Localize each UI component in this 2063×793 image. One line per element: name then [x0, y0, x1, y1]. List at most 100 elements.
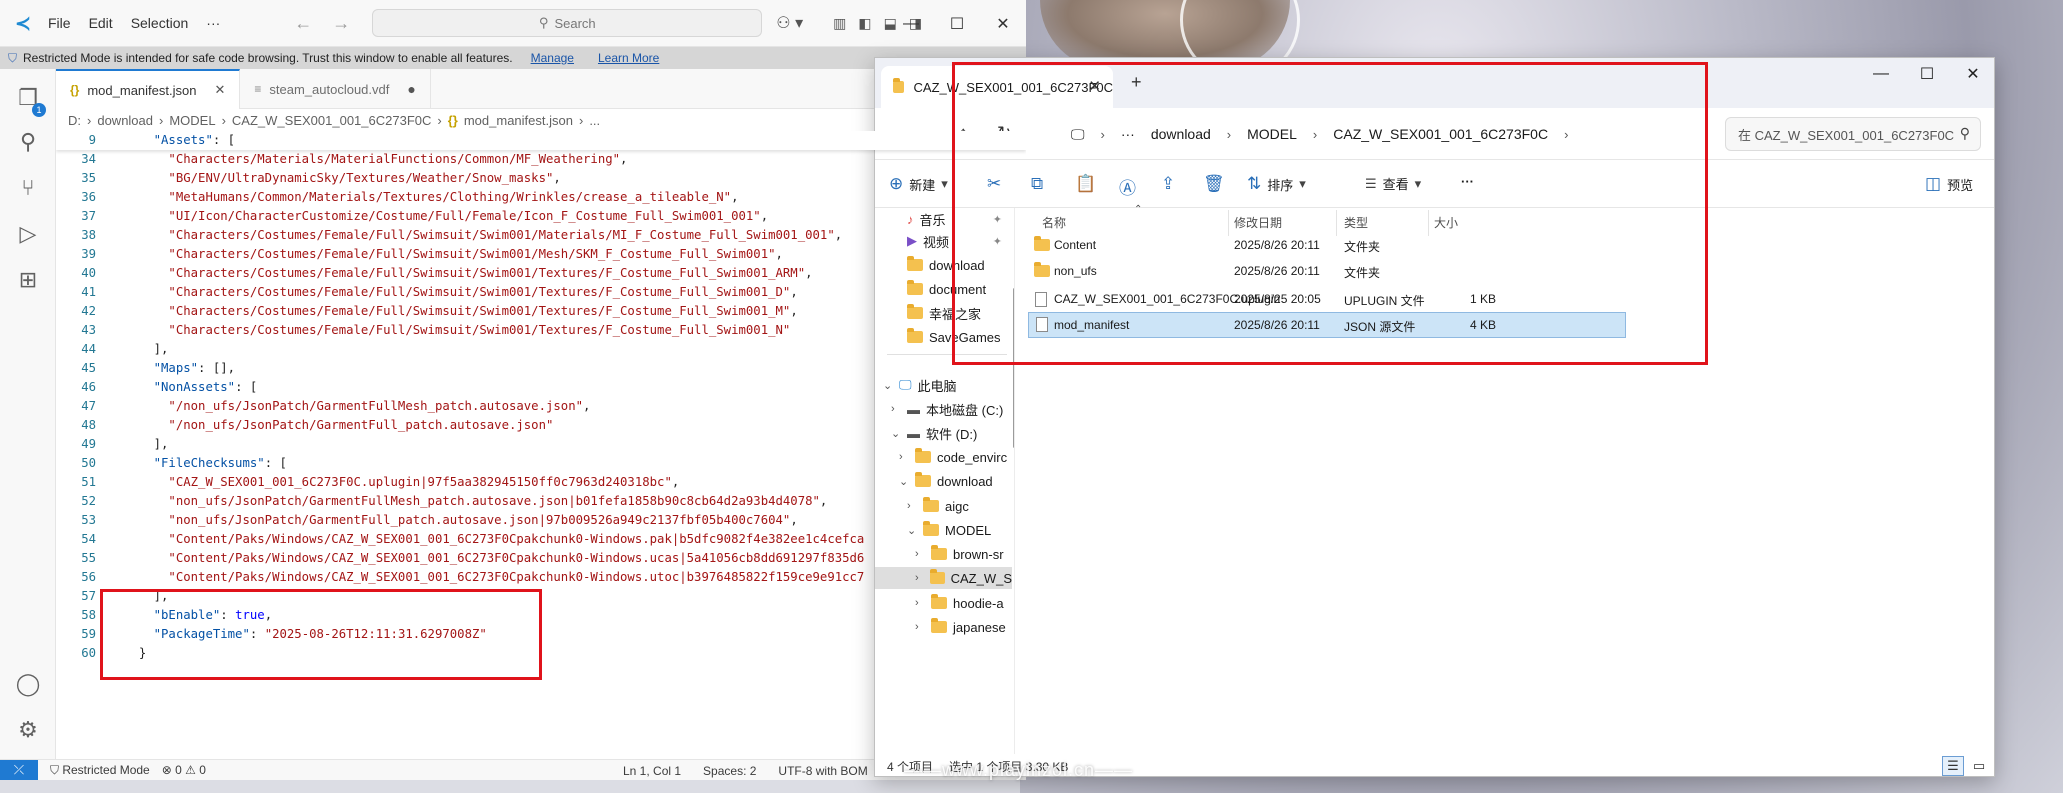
- share-icon[interactable]: ⇪: [1161, 174, 1175, 194]
- toggle-sidebar-icon[interactable]: ◧: [858, 15, 871, 32]
- remote-indicator-icon[interactable]: ⤫: [0, 759, 38, 780]
- details-view-icon[interactable]: ☰: [1942, 756, 1964, 776]
- more-options-button[interactable]: ···: [1461, 174, 1474, 189]
- close-tab-icon[interactable]: ✕: [214, 82, 225, 98]
- column-date[interactable]: 修改日期: [1234, 214, 1282, 231]
- sidebar-item-japanese[interactable]: › japanese: [915, 616, 1006, 638]
- back-arrow-icon[interactable]: ←: [294, 13, 312, 34]
- tab-steam-autocloud[interactable]: ≡ steam_autocloud.vdf ●: [240, 69, 431, 109]
- learn-more-link[interactable]: Learn More: [598, 51, 659, 65]
- breadcrumb-folder[interactable]: CAZ_W_SEX001_001_6C273F0C: [232, 113, 431, 128]
- menu-more[interactable]: ···: [206, 15, 220, 31]
- status-indentation[interactable]: Spaces: 2: [703, 764, 756, 778]
- chevron-right-icon[interactable]: ›: [915, 572, 924, 584]
- minimize-icon[interactable]: —: [1858, 58, 1904, 90]
- sidebar-item-savegames[interactable]: SaveGames: [907, 326, 1001, 348]
- close-icon[interactable]: ✕: [1950, 58, 1994, 90]
- layout-customize-icon[interactable]: ▥: [833, 15, 846, 32]
- sidebar-item-drive-c[interactable]: › ▬ 本地磁盘 (C:): [891, 398, 1003, 420]
- menu-file[interactable]: File: [48, 15, 71, 31]
- close-icon[interactable]: ✕: [980, 0, 1026, 47]
- extensions-icon[interactable]: ⊞: [13, 265, 43, 295]
- unsaved-dot-icon[interactable]: ●: [407, 81, 415, 97]
- large-icons-view-icon[interactable]: ▭: [1968, 756, 1990, 776]
- run-debug-icon[interactable]: ▷: [13, 219, 43, 249]
- maximize-icon[interactable]: ☐: [1904, 58, 1950, 90]
- rename-icon[interactable]: Ⓐ: [1119, 174, 1136, 199]
- view-button[interactable]: ☰ 查看 ▾: [1365, 174, 1421, 193]
- sidebar-item-model[interactable]: ⌄ MODEL: [907, 519, 991, 541]
- source-control-icon[interactable]: ⑂: [13, 173, 43, 203]
- cut-icon[interactable]: ✂: [987, 174, 1001, 194]
- preview-pane-button[interactable]: ◫ 预览: [1925, 174, 1973, 194]
- chevron-right-icon[interactable]: ›: [899, 451, 909, 463]
- accounts-icon[interactable]: ◯: [13, 669, 43, 699]
- sort-button[interactable]: ⇅ 排序 ▾: [1247, 174, 1306, 194]
- menu-edit[interactable]: Edit: [89, 15, 113, 31]
- file-row[interactable]: CAZ_W_SEX001_001_6C273F0C.uplugin 2025/8…: [1028, 286, 1628, 312]
- sidebar-item-download-d[interactable]: ⌄ download: [899, 470, 993, 492]
- sidebar-item-music[interactable]: ♪ 音乐 ✦: [907, 208, 1012, 230]
- delete-icon[interactable]: 🗑: [1203, 174, 1225, 194]
- status-cursor-position[interactable]: Ln 1, Col 1: [623, 764, 681, 778]
- chevron-right-icon[interactable]: ›: [891, 403, 901, 415]
- chevron-down-icon[interactable]: ⌄: [907, 524, 917, 537]
- sidebar-item-drive-d[interactable]: ⌄ ▬ 软件 (D:): [891, 422, 977, 444]
- file-row[interactable]: Content 2025/8/26 20:11 文件夹: [1028, 232, 1628, 258]
- sticky-scroll-line[interactable]: 9 "Assets": [: [56, 131, 1026, 150]
- menu-selection[interactable]: Selection: [131, 15, 189, 31]
- address-model[interactable]: MODEL: [1247, 126, 1297, 142]
- chevron-right-icon[interactable]: ›: [915, 548, 925, 560]
- file-row-selected[interactable]: mod_manifest 2025/8/26 20:11 JSON 源文件 4 …: [1028, 312, 1626, 338]
- address-download[interactable]: download: [1151, 126, 1211, 142]
- command-center-search[interactable]: ⚲ Search: [372, 9, 763, 37]
- new-button[interactable]: ⊕ 新建 ▾: [889, 174, 948, 194]
- copilot-icon[interactable]: ⚇ ▾: [776, 13, 803, 33]
- status-problems[interactable]: ⊗ 0 ⚠ 0: [162, 763, 206, 777]
- settings-gear-icon[interactable]: ⚙: [13, 715, 43, 745]
- new-tab-plus-icon[interactable]: +: [1131, 72, 1142, 93]
- sidebar-item-videos[interactable]: ▶ 视频 ✦: [907, 230, 1012, 252]
- breadcrumb-model[interactable]: MODEL: [169, 113, 215, 128]
- chevron-down-icon[interactable]: ⌄: [899, 475, 909, 488]
- sidebar-item-caz-selected[interactable]: › CAZ_W_S: [875, 567, 1012, 589]
- pane-scrollbar[interactable]: [1013, 288, 1014, 448]
- breadcrumb-symbol[interactable]: ...: [589, 113, 600, 128]
- forward-arrow-icon[interactable]: →: [332, 13, 350, 34]
- chevron-right-icon[interactable]: ›: [915, 621, 925, 633]
- sidebar-item-document[interactable]: document: [907, 278, 986, 300]
- chevron-right-icon[interactable]: ›: [907, 500, 917, 512]
- chevron-down-icon[interactable]: ⌄: [891, 427, 901, 440]
- manage-link[interactable]: Manage: [531, 51, 574, 65]
- address-current[interactable]: CAZ_W_SEX001_001_6C273F0C: [1333, 126, 1548, 142]
- sidebar-item-brown[interactable]: › brown-sr: [915, 543, 1004, 565]
- column-type[interactable]: 类型: [1344, 214, 1368, 231]
- breadcrumb-file[interactable]: mod_manifest.json: [464, 113, 573, 128]
- sidebar-item-this-pc[interactable]: ⌄ 🖵 此电脑: [883, 374, 957, 396]
- column-size[interactable]: 大小: [1434, 214, 1458, 231]
- chevron-right-icon[interactable]: ›: [915, 597, 925, 609]
- breadcrumb-drive[interactable]: D:: [68, 113, 81, 128]
- copy-icon[interactable]: ⧉: [1031, 174, 1043, 194]
- status-encoding[interactable]: UTF-8 with BOM: [778, 764, 867, 778]
- close-tab-icon[interactable]: ✕: [1088, 77, 1101, 95]
- file-row[interactable]: non_ufs 2025/8/26 20:11 文件夹: [1028, 258, 1628, 284]
- address-bar[interactable]: 🖵 › ··· download › MODEL › CAZ_W_SEX001_…: [1071, 118, 1591, 150]
- sidebar-item-aigc[interactable]: › aigc: [907, 495, 969, 517]
- sidebar-item-download[interactable]: download: [907, 254, 985, 276]
- minimize-icon[interactable]: —: [888, 0, 934, 47]
- status-restricted-mode[interactable]: ⛉ Restricted Mode: [50, 763, 150, 778]
- maximize-icon[interactable]: ☐: [934, 0, 980, 47]
- breadcrumb-download[interactable]: download: [97, 113, 153, 128]
- column-name[interactable]: 名称: [1042, 214, 1066, 231]
- sidebar-item-code-env[interactable]: › code_envirc: [899, 446, 1007, 468]
- explorer-search-input[interactable]: 在 CAZ_W_SEX001_001_6C273F0C ⚲: [1725, 117, 1981, 151]
- chevron-down-icon[interactable]: ⌄: [883, 379, 893, 392]
- sidebar-item-hoodie[interactable]: › hoodie-a: [915, 592, 1004, 614]
- tab-mod-manifest[interactable]: {} mod_manifest.json ✕: [56, 69, 241, 109]
- explorer-tab[interactable]: CAZ_W_SEX001_001_6C273F0C ✕: [881, 66, 1113, 108]
- search-icon[interactable]: ⚲: [13, 127, 43, 157]
- paste-icon[interactable]: 📋: [1075, 174, 1096, 194]
- sidebar-item-home[interactable]: 幸福之家: [907, 302, 981, 324]
- address-overflow[interactable]: ···: [1121, 126, 1135, 142]
